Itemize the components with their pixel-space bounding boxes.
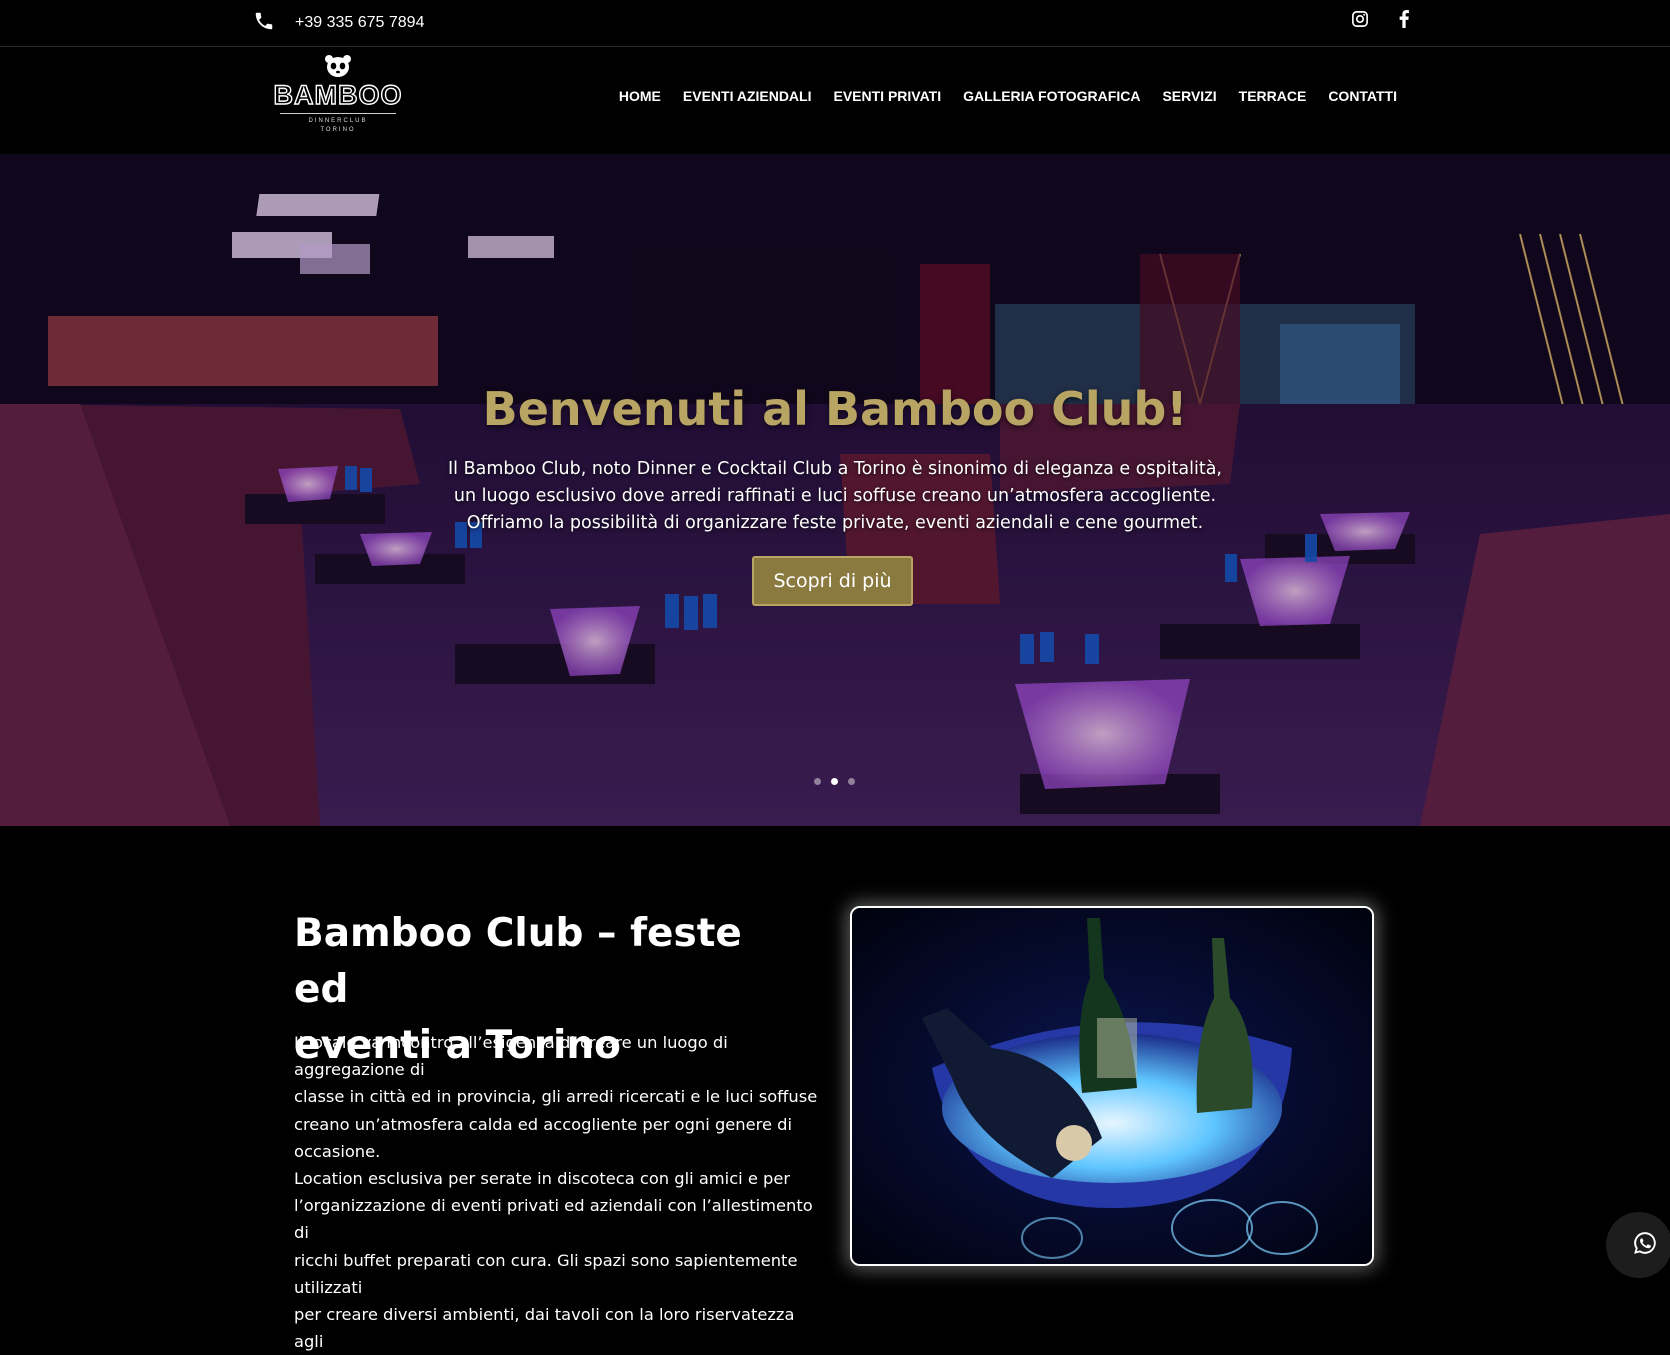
panda-logo-icon xyxy=(325,55,351,77)
logo-divider xyxy=(280,113,396,114)
nav-servizi[interactable]: SERVIZI xyxy=(1162,88,1216,104)
whatsapp-button[interactable] xyxy=(1606,1212,1670,1278)
champagne-photo xyxy=(850,906,1374,1266)
instagram-icon[interactable] xyxy=(1349,8,1371,30)
nav-eventi-aziendali[interactable]: EVENTI AZIENDALI xyxy=(683,88,812,104)
nav-galleria-fotografica[interactable]: GALLERIA FOTOGRAFICA xyxy=(963,88,1140,104)
nav-home[interactable]: HOME xyxy=(619,88,661,104)
facebook-icon[interactable] xyxy=(1393,8,1415,30)
body-line-3: creano un’atmosfera calda ed accogliente… xyxy=(294,1114,793,1134)
slider-dot-2[interactable] xyxy=(831,778,838,785)
body-line-5: Location esclusiva per serate in discote… xyxy=(294,1169,791,1189)
slider-dot-1[interactable] xyxy=(814,778,821,785)
social-links xyxy=(1349,8,1415,30)
body-line-6: l’organizzazione di eventi privati ed az… xyxy=(294,1196,813,1243)
logo-subtitle: DINNERCLUB xyxy=(308,118,368,124)
slider-dots xyxy=(814,778,855,785)
hero-line-2: un luogo esclusivo dove arredi raffinati… xyxy=(453,486,1217,506)
section-body: Il locale va incontro all’esigenza di cr… xyxy=(294,1029,824,1355)
phone-contact[interactable]: +39 335 675 7894 xyxy=(253,10,424,36)
intro-section: Bamboo Club – feste ed eventi a Torino I… xyxy=(0,826,1670,1351)
nav-eventi-privati[interactable]: EVENTI PRIVATI xyxy=(834,88,942,104)
phone-icon xyxy=(253,10,275,37)
top-bar: +39 335 675 7894 xyxy=(0,0,1670,47)
site-header: BAMBOO DINNERCLUB TORINO HOME EVENTI AZI… xyxy=(0,48,1670,154)
logo-city: TORINO xyxy=(320,127,356,133)
slider-dot-3[interactable] xyxy=(848,778,855,785)
nav-contatti[interactable]: CONTATTI xyxy=(1328,88,1397,104)
body-line-7: ricchi buffet preparati con cura. Gli sp… xyxy=(294,1250,798,1297)
body-line-8: per creare diversi ambienti, dai tavoli … xyxy=(294,1305,795,1352)
body-line-2: classe in città ed in provincia, gli arr… xyxy=(294,1087,818,1107)
section-title-line-1: Bamboo Club – feste ed xyxy=(294,911,742,1012)
whatsapp-icon xyxy=(1634,1232,1656,1254)
hero-title: Benvenuti al Bamboo Club! xyxy=(482,382,1188,436)
hero-description: Il Bamboo Club, noto Dinner e Cocktail C… xyxy=(440,456,1230,537)
body-line-1: Il locale va incontro all’esigenza di cr… xyxy=(294,1033,728,1080)
bamboo-logo[interactable]: BAMBOO DINNERCLUB TORINO xyxy=(258,54,418,144)
logo-wordmark: BAMBOO xyxy=(273,79,403,110)
nav-terrace[interactable]: TERRACE xyxy=(1239,88,1307,104)
body-line-4: occasione. xyxy=(294,1141,381,1161)
hero-slider: Benvenuti al Bamboo Club! Il Bamboo Club… xyxy=(0,154,1670,826)
phone-number[interactable]: +39 335 675 7894 xyxy=(295,14,424,32)
main-nav: HOME EVENTI AZIENDALI EVENTI PRIVATI GAL… xyxy=(619,88,1397,104)
scopri-di-piu-button[interactable]: Scopri di più xyxy=(752,556,913,606)
hero-line-3: Offriamo la possibilità di organizzare f… xyxy=(466,513,1204,533)
hero-line-1: Il Bamboo Club, noto Dinner e Cocktail C… xyxy=(448,459,1222,479)
